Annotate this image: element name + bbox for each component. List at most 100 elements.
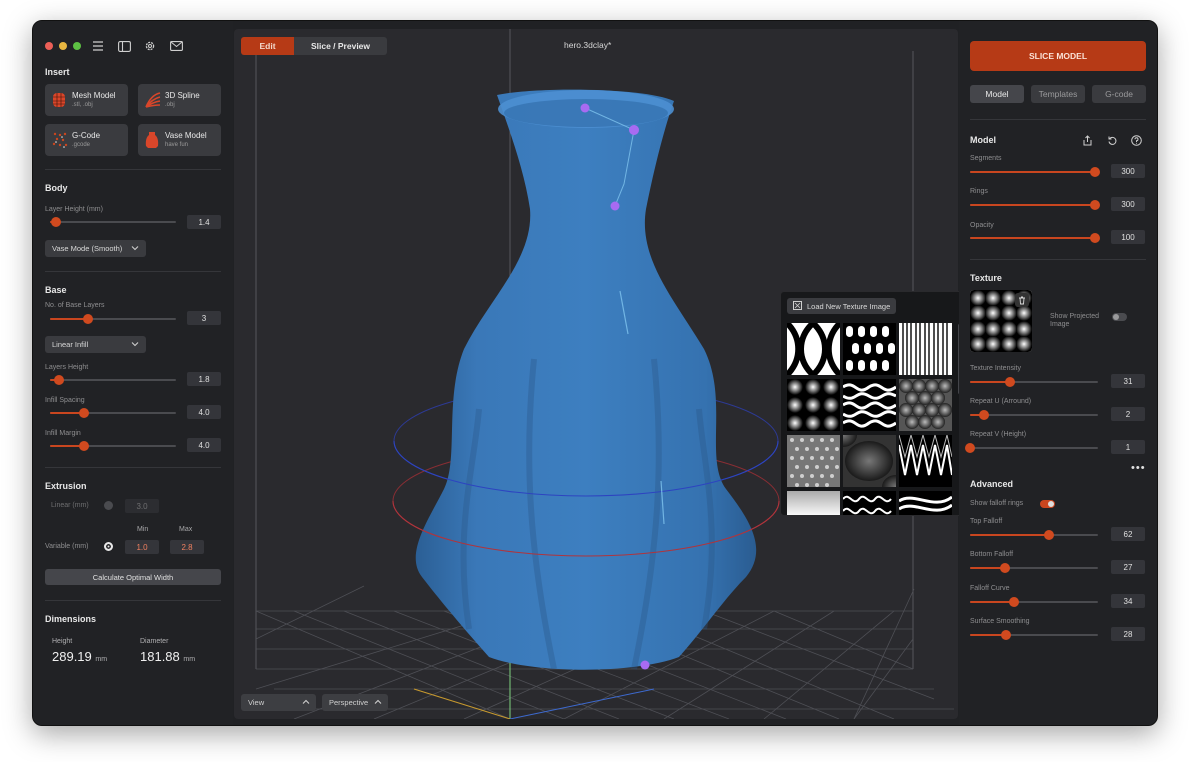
view-select[interactable]: View bbox=[241, 694, 316, 711]
perspective-select[interactable]: Perspective bbox=[322, 694, 388, 711]
layers-height-slider[interactable] bbox=[50, 375, 176, 385]
repeat-v-value[interactable]: 1 bbox=[1111, 440, 1145, 454]
bottom-falloff-slider[interactable] bbox=[970, 563, 1098, 573]
texture-thumbnail[interactable] bbox=[899, 379, 952, 431]
bottom-falloff-value[interactable]: 27 bbox=[1111, 560, 1145, 574]
calculate-optimal-width-button[interactable]: Calculate Optimal Width bbox=[45, 569, 221, 585]
slider-knob[interactable] bbox=[1008, 597, 1019, 607]
top-falloff-slider[interactable] bbox=[970, 530, 1098, 540]
layers-height-value[interactable]: 1.8 bbox=[187, 372, 221, 386]
slider-knob[interactable] bbox=[53, 375, 64, 385]
export-icon[interactable] bbox=[1080, 133, 1094, 147]
slider-knob[interactable] bbox=[979, 410, 990, 420]
minimize-window-button[interactable] bbox=[59, 42, 67, 50]
slider-knob[interactable] bbox=[999, 563, 1010, 573]
texture-thumbnail[interactable] bbox=[898, 433, 953, 487]
load-texture-button[interactable]: Load New Texture Image bbox=[787, 298, 897, 314]
reset-icon[interactable] bbox=[1105, 133, 1119, 147]
texture-thumbnail[interactable] bbox=[842, 491, 896, 515]
maximize-window-button[interactable] bbox=[73, 42, 81, 50]
variable-radio[interactable] bbox=[104, 542, 113, 551]
slice-model-button[interactable]: SLICE MODEL bbox=[970, 41, 1146, 71]
infill-margin-slider[interactable] bbox=[50, 441, 176, 451]
tab-model[interactable]: Model bbox=[970, 85, 1024, 103]
base-layers-value[interactable]: 3 bbox=[187, 311, 221, 325]
sidebar-icon[interactable] bbox=[117, 39, 131, 53]
segments-value[interactable]: 300 bbox=[1111, 164, 1145, 178]
layer-height-value[interactable]: 1.4 bbox=[187, 215, 221, 229]
trash-icon[interactable] bbox=[1015, 293, 1029, 307]
infill-spacing-slider[interactable] bbox=[50, 408, 176, 418]
control-point[interactable] bbox=[629, 125, 639, 135]
linear-radio[interactable] bbox=[104, 501, 113, 510]
edit-tab[interactable]: Edit bbox=[241, 37, 294, 55]
repeat-v-slider[interactable] bbox=[965, 443, 1098, 453]
infill-margin-value[interactable]: 4.0 bbox=[187, 438, 221, 452]
insert-item-sub: .gcode bbox=[72, 142, 91, 148]
gear-icon[interactable] bbox=[143, 39, 157, 53]
help-icon[interactable] bbox=[1129, 133, 1143, 147]
rings-slider[interactable] bbox=[970, 200, 1101, 210]
control-point[interactable] bbox=[580, 103, 590, 113]
variable-min-value[interactable]: 1.0 bbox=[125, 540, 159, 554]
insert-vase-model-button[interactable]: Vase Model have fun bbox=[138, 124, 221, 156]
slider-knob[interactable] bbox=[1090, 200, 1101, 210]
infill-spacing-value[interactable]: 4.0 bbox=[187, 405, 221, 419]
layer-height-slider[interactable] bbox=[50, 217, 176, 227]
texture-thumbnail[interactable] bbox=[829, 423, 910, 499]
texture-thumbnail[interactable] bbox=[843, 323, 896, 375]
texture-thumbnail[interactable] bbox=[787, 379, 840, 431]
control-point[interactable] bbox=[610, 201, 620, 211]
texture-intensity-slider[interactable] bbox=[970, 377, 1098, 387]
insert-item-sub: .obj bbox=[165, 102, 175, 108]
slider-knob[interactable] bbox=[1004, 377, 1015, 387]
slider-knob[interactable] bbox=[1090, 233, 1101, 243]
chevron-up-icon bbox=[302, 698, 310, 708]
surface-smoothing-slider[interactable] bbox=[970, 630, 1098, 640]
texture-thumbnail[interactable] bbox=[898, 491, 953, 515]
texture-thumbnail[interactable] bbox=[787, 491, 840, 515]
slider-knob[interactable] bbox=[1044, 530, 1055, 540]
control-point[interactable] bbox=[640, 660, 650, 670]
slider-knob[interactable] bbox=[79, 408, 90, 418]
slider-knob[interactable] bbox=[965, 443, 975, 453]
texture-thumbnail[interactable] bbox=[899, 323, 952, 375]
texture-thumbnail[interactable] bbox=[787, 435, 840, 487]
tab-templates[interactable]: Templates bbox=[1031, 85, 1085, 103]
surface-smoothing-value[interactable]: 28 bbox=[1111, 627, 1145, 641]
slider-knob[interactable] bbox=[1090, 167, 1101, 177]
texture-thumbnail[interactable] bbox=[842, 379, 897, 431]
slider-knob[interactable] bbox=[1000, 630, 1011, 640]
show-projected-toggle[interactable] bbox=[1112, 313, 1127, 321]
opacity-slider[interactable] bbox=[970, 233, 1101, 243]
slider-knob[interactable] bbox=[79, 441, 90, 451]
insert-3d-spline-button[interactable]: 3D Spline .obj bbox=[138, 84, 221, 116]
falloff-curve-slider[interactable] bbox=[970, 597, 1098, 607]
texture-preview[interactable] bbox=[970, 290, 1032, 352]
insert-mesh-model-button[interactable]: Mesh Model .stl, .obj bbox=[45, 84, 128, 116]
more-options-icon[interactable]: ••• bbox=[1131, 462, 1146, 474]
segments-slider[interactable] bbox=[970, 167, 1101, 177]
slider-knob[interactable] bbox=[82, 314, 93, 324]
texture-thumbnail[interactable] bbox=[784, 320, 843, 378]
falloff-curve-value[interactable]: 34 bbox=[1111, 594, 1145, 608]
mode-select[interactable]: Vase Mode (Smooth) bbox=[45, 240, 146, 257]
linear-value[interactable]: 3.0 bbox=[125, 499, 159, 513]
repeat-u-slider[interactable] bbox=[970, 410, 1098, 420]
mail-icon[interactable] bbox=[169, 39, 183, 53]
repeat-u-value[interactable]: 2 bbox=[1111, 407, 1145, 421]
opacity-value[interactable]: 100 bbox=[1111, 230, 1145, 244]
base-layers-slider[interactable] bbox=[50, 314, 176, 324]
show-falloff-toggle[interactable] bbox=[1040, 500, 1055, 508]
close-window-button[interactable] bbox=[45, 42, 53, 50]
slider-knob[interactable] bbox=[51, 217, 62, 227]
infill-select[interactable]: Linear Infill bbox=[45, 336, 146, 353]
menu-icon[interactable] bbox=[91, 39, 105, 53]
tab-gcode[interactable]: G-code bbox=[1092, 85, 1146, 103]
rings-value[interactable]: 300 bbox=[1111, 197, 1145, 211]
variable-max-value[interactable]: 2.8 bbox=[170, 540, 204, 554]
top-falloff-value[interactable]: 62 bbox=[1111, 527, 1145, 541]
insert-gcode-button[interactable]: G-Code .gcode bbox=[45, 124, 128, 156]
texture-intensity-value[interactable]: 31 bbox=[1111, 374, 1145, 388]
slice-preview-tab[interactable]: Slice / Preview bbox=[294, 37, 387, 55]
